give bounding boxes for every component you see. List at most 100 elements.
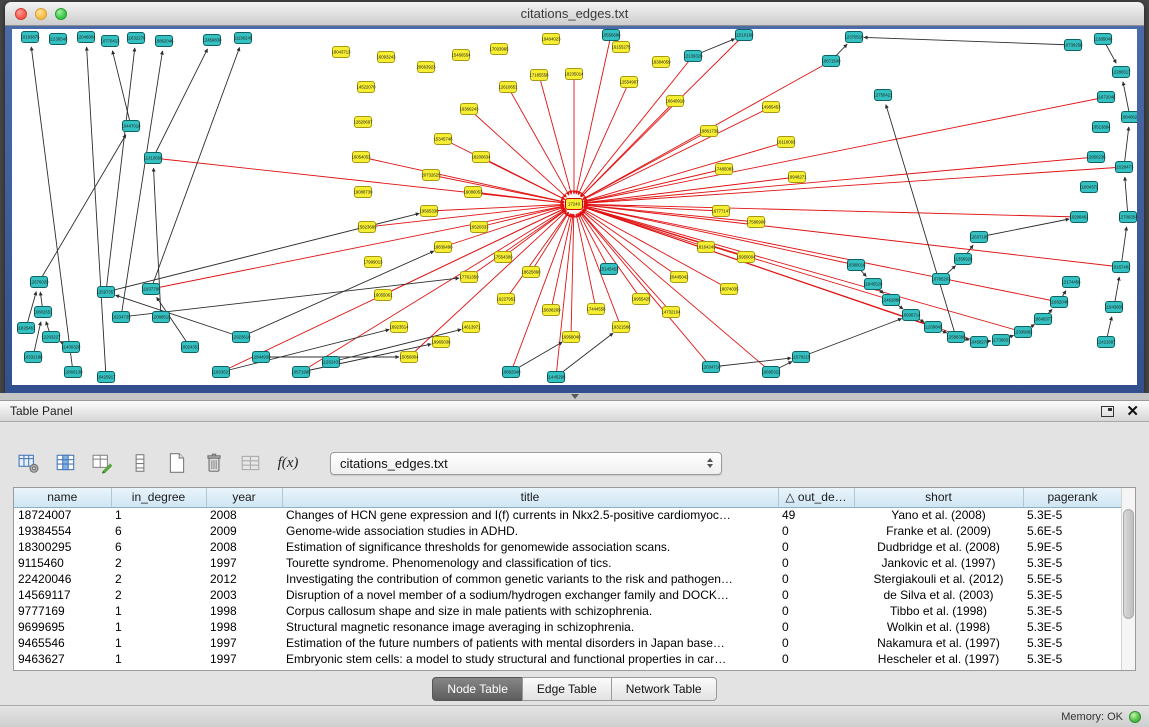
add-column-button[interactable] xyxy=(90,450,116,476)
graph-node[interactable]: 18384059 xyxy=(651,57,671,68)
graph-node[interactable]: 12370510 xyxy=(844,32,864,43)
graph-node[interactable]: 10556686 xyxy=(601,30,621,41)
graph-node[interactable]: 10936714 xyxy=(901,310,921,321)
graph-node[interactable]: 17185558 xyxy=(529,70,549,81)
graph-node[interactable]: 10425917 xyxy=(96,372,116,383)
column-header-short[interactable]: short xyxy=(854,488,1023,507)
import-table-button[interactable] xyxy=(238,450,264,476)
graph-node[interactable]: 12866139 xyxy=(63,367,83,378)
graph-node[interactable]: 16366243 xyxy=(459,104,479,115)
graph-node[interactable]: 10024351 xyxy=(180,342,200,353)
graph-node[interactable]: 18923514 xyxy=(389,322,409,333)
graph-node[interactable]: 10695322 xyxy=(761,367,781,378)
table-vertical-scrollbar[interactable] xyxy=(1121,488,1135,670)
graph-node[interactable]: 11832270 xyxy=(127,33,146,44)
graph-node[interactable]: 19321586 xyxy=(611,322,631,333)
graph-node[interactable]: 15145453 xyxy=(599,264,619,275)
graph-node[interactable]: 16116093 xyxy=(777,137,796,148)
row-list-button[interactable] xyxy=(127,450,153,476)
table-row[interactable]: 1830029562008Estimation of significance … xyxy=(14,539,1122,555)
graph-node[interactable]: 11982040 xyxy=(1050,297,1069,308)
table-row[interactable]: 1938455462009Genome-wide association stu… xyxy=(14,523,1122,539)
table-row[interactable]: 911546021997Tourette syndrome. Phenomeno… xyxy=(14,555,1122,571)
graph-node[interactable]: 11825461 xyxy=(17,323,36,334)
table-row[interactable]: 969969511998Structural magnetic resonanc… xyxy=(14,619,1122,635)
column-header-name[interactable]: name xyxy=(14,488,111,507)
graph-node[interactable]: 19086053 xyxy=(463,187,483,198)
graph-node[interactable]: 12709354 xyxy=(1118,212,1137,223)
column-visibility-button[interactable] xyxy=(53,450,79,476)
graph-node[interactable]: 12174456 xyxy=(1061,277,1081,288)
graph-node[interactable]: 10862046 xyxy=(154,36,174,47)
graph-node[interactable]: 20663923 xyxy=(416,62,436,73)
graph-node[interactable]: 15345748 xyxy=(433,134,453,145)
graph-node[interactable]: 11845529 xyxy=(864,279,883,290)
graph-node[interactable]: 12844930 xyxy=(251,352,271,363)
graph-node[interactable]: 15823689 xyxy=(357,222,377,233)
graph-node[interactable]: 11510190 xyxy=(735,30,754,41)
graph-node[interactable]: 12139329 xyxy=(683,51,703,62)
graph-node[interactable]: 10802651 xyxy=(33,307,53,318)
graph-node[interactable]: 16520333 xyxy=(469,222,489,233)
graph-node[interactable]: 19404023 xyxy=(541,34,561,45)
graph-node[interactable]: 12820697 xyxy=(353,117,373,128)
graph-node[interactable]: 11209845 xyxy=(924,322,943,333)
panel-splitter[interactable] xyxy=(0,393,1149,400)
graph-node[interactable]: 10840629 xyxy=(1120,112,1137,123)
graph-node[interactable]: 12750421 xyxy=(873,90,893,101)
graph-node[interactable]: 10380016 xyxy=(846,260,866,271)
graph-node[interactable]: 12637185 xyxy=(969,232,989,243)
graph-node[interactable]: 17999013 xyxy=(363,257,383,268)
table-selector-combobox[interactable]: citations_edges.txt xyxy=(330,452,722,475)
graph-node[interactable]: 10785203 xyxy=(931,274,951,285)
graph-node[interactable]: 11663621 xyxy=(212,367,231,378)
column-header-title[interactable]: title xyxy=(282,488,778,507)
table-row[interactable]: 2242004622012Investigating the contribut… xyxy=(14,571,1122,587)
graph-node[interactable]: 11400320 xyxy=(62,342,81,353)
graph-node[interactable]: 18043713 xyxy=(331,47,351,58)
graph-node[interactable]: 14985453 xyxy=(761,102,781,113)
graph-node[interactable]: 12305882 xyxy=(1013,327,1033,338)
graph-node[interactable]: 16227952 xyxy=(496,294,516,305)
table-row[interactable]: 977716911998Corpus callosum shape and si… xyxy=(14,603,1122,619)
graph-node[interactable]: 17586900 xyxy=(746,217,766,228)
column-header-pagerank[interactable]: pagerank xyxy=(1023,488,1122,507)
graph-node[interactable]: 19861739 xyxy=(699,126,719,137)
graph-node[interactable]: 10167482 xyxy=(1111,262,1131,273)
graph-node[interactable]: 17033965 xyxy=(489,44,509,55)
graph-node[interactable]: 15056804 xyxy=(399,352,419,363)
graph-node[interactable]: 11310560 xyxy=(144,153,163,164)
graph-node[interactable]: 16055061 xyxy=(373,290,393,301)
graph-node[interactable]: 12950236 xyxy=(1086,152,1106,163)
graph-node[interactable]: 10234735 xyxy=(111,312,131,323)
graph-node[interactable]: 18625860 xyxy=(521,267,541,278)
graph-node[interactable]: 12048904 xyxy=(76,32,96,43)
graph-node[interactable]: 17761350 xyxy=(459,272,479,283)
graph-node[interactable]: 12286517 xyxy=(1111,67,1131,78)
graph-node[interactable]: 12088515 xyxy=(151,312,171,323)
table-row[interactable]: 946362711997Embryonic stem cells: a mode… xyxy=(14,651,1122,667)
graph-node[interactable]: 12588390 xyxy=(946,332,966,343)
graph-node[interactable]: 18074035 xyxy=(719,284,739,295)
graph-node[interactable]: 11262433 xyxy=(322,357,341,368)
graph-node[interactable]: 12610651 xyxy=(498,82,518,93)
graph-node[interactable]: 16093243 xyxy=(376,52,396,63)
graph-node[interactable]: 16054053 xyxy=(351,152,371,163)
graph-node[interactable]: 14613971 xyxy=(461,322,481,333)
graph-node[interactable]: 18164249 xyxy=(696,242,716,253)
table-row[interactable]: 1872400712008Changes of HCN gene express… xyxy=(14,507,1122,523)
column-header-out_degree[interactable]: △ out_de… xyxy=(778,488,854,507)
graph-node[interactable]: 14732104 xyxy=(661,307,681,318)
graph-node[interactable]: 20445042 xyxy=(669,272,689,283)
graph-node[interactable]: 10458276 xyxy=(969,337,989,348)
graph-node[interactable]: 10882948 xyxy=(501,367,521,378)
graph-node[interactable]: 17554300 xyxy=(493,252,513,263)
graph-node[interactable]: 12676029 xyxy=(29,277,49,288)
graph-node[interactable]: 10193875 xyxy=(20,32,40,43)
graph-node[interactable]: 19088739 xyxy=(353,187,373,198)
graph-node[interactable]: 15608209 xyxy=(541,305,561,316)
graph-node[interactable]: 12459830 xyxy=(202,35,222,46)
tab-node-table[interactable]: Node Table xyxy=(432,677,523,701)
graph-node[interactable]: 11730651 xyxy=(992,335,1011,346)
graph-node[interactable]: 16640910 xyxy=(665,96,685,107)
